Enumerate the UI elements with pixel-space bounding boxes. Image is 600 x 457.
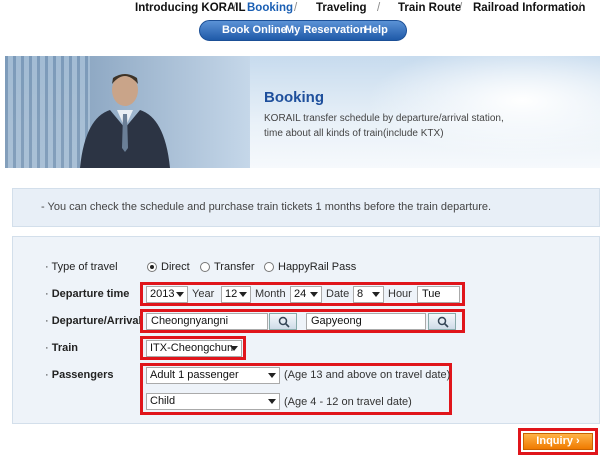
- notice-box: - You can check the schedule and purchas…: [12, 188, 600, 227]
- highlight-inquiry: Inquiry ›: [518, 428, 598, 455]
- chevron-down-icon: [310, 292, 318, 297]
- top-nav: Introducing KORAIL / Booking / Traveling…: [0, 2, 600, 18]
- date-unit: Date: [326, 288, 350, 300]
- nav-train-route[interactable]: Train Route: [398, 2, 461, 14]
- select-value: 8: [357, 288, 364, 300]
- chevron-down-icon: [372, 292, 380, 297]
- radio-transfer[interactable]: Transfer: [200, 261, 255, 273]
- train-select[interactable]: ITX-Cheongchun: [146, 340, 242, 357]
- train-label: · Train: [45, 342, 78, 354]
- date-select[interactable]: 24: [290, 286, 322, 303]
- departure-arrival-label: · Departure/Arrival: [45, 315, 142, 327]
- subnav-book-online[interactable]: Book Online: [222, 24, 287, 36]
- bullet: ·: [45, 261, 49, 273]
- nav-separator: /: [233, 2, 237, 14]
- departure-time-label: · Departure time: [45, 288, 129, 300]
- label-text: Type of travel: [51, 261, 118, 273]
- radio-direct[interactable]: Direct: [147, 261, 190, 273]
- nav-booking[interactable]: Booking: [247, 2, 293, 14]
- radio-label: HappyRail Pass: [278, 261, 357, 273]
- select-value: 2013: [150, 288, 175, 300]
- month-select[interactable]: 12: [221, 286, 251, 303]
- nav-separator: /: [377, 2, 381, 14]
- nav-separator: /: [578, 2, 582, 14]
- bullet: ·: [45, 342, 49, 354]
- booking-banner: Booking KORAIL transfer schedule by depa…: [5, 56, 600, 168]
- nav-separator: /: [459, 2, 463, 14]
- search-icon: [437, 316, 449, 328]
- chevron-down-icon: [268, 399, 276, 404]
- passengers-label: · Passengers: [45, 369, 114, 381]
- hour-unit: Hour: [388, 288, 412, 300]
- bullet: ·: [45, 315, 49, 327]
- bullet: ·: [45, 369, 49, 381]
- businessman-image: [80, 74, 170, 168]
- page-description: KORAIL transfer schedule by departure/ar…: [264, 113, 504, 139]
- weekday-field: Tue: [417, 286, 460, 303]
- radio-dot-icon: [200, 262, 210, 272]
- adult-age-note: (Age 13 and above on travel date): [284, 369, 451, 381]
- radio-dot-icon: [264, 262, 274, 272]
- select-value: Child: [150, 395, 176, 407]
- nav-railroad-information[interactable]: Railroad Information: [473, 2, 585, 14]
- label-text: Train: [51, 342, 79, 354]
- radio-dot-icon: [147, 262, 157, 272]
- child-age-note: (Age 4 - 12 on travel date): [284, 396, 412, 408]
- booking-subnav: Book Online My Reservation Help: [199, 20, 407, 41]
- select-value: ITX-Cheongchun: [150, 342, 234, 354]
- notice-text: - You can check the schedule and purchas…: [41, 201, 492, 213]
- label-text: Departure time: [51, 288, 130, 300]
- child-passengers-select[interactable]: Child: [146, 393, 280, 410]
- inquiry-button[interactable]: Inquiry ›: [523, 433, 593, 450]
- select-value: 12: [225, 288, 238, 300]
- departure-search-button[interactable]: [269, 313, 297, 330]
- nav-separator: /: [294, 2, 298, 14]
- chevron-down-icon: [230, 346, 238, 351]
- label-text: Passengers: [51, 369, 114, 381]
- year-unit: Year: [192, 288, 215, 300]
- radio-happyrail-pass[interactable]: HappyRail Pass: [264, 261, 356, 273]
- search-icon: [278, 316, 290, 328]
- radio-label: Transfer: [214, 261, 255, 273]
- chevron-down-icon: [239, 292, 247, 297]
- chevron-down-icon: [268, 373, 276, 378]
- bullet: ·: [45, 288, 49, 300]
- label-text: Departure/Arrival: [51, 315, 142, 327]
- adult-passengers-select[interactable]: Adult 1 passenger: [146, 367, 280, 384]
- month-unit: Month: [255, 288, 286, 300]
- departure-station-input[interactable]: Cheongnyangni: [146, 313, 268, 330]
- type-of-travel-label: · Type of travel: [45, 261, 118, 273]
- year-select[interactable]: 2013: [146, 286, 188, 303]
- arrival-station-input[interactable]: Gapyeong: [306, 313, 426, 330]
- hour-select[interactable]: 8: [353, 286, 384, 303]
- select-value: 24: [294, 288, 307, 300]
- select-value: Adult 1 passenger: [150, 369, 239, 381]
- arrival-search-button[interactable]: [428, 313, 456, 330]
- nav-traveling[interactable]: Traveling: [316, 2, 367, 14]
- radio-label: Direct: [161, 261, 190, 273]
- chevron-down-icon: [176, 292, 184, 297]
- nav-introducing-korail[interactable]: Introducing KORAIL: [135, 2, 246, 14]
- subnav-my-reservation[interactable]: My Reservation: [285, 24, 366, 36]
- page-title: Booking: [264, 89, 324, 106]
- subnav-help[interactable]: Help: [364, 24, 388, 36]
